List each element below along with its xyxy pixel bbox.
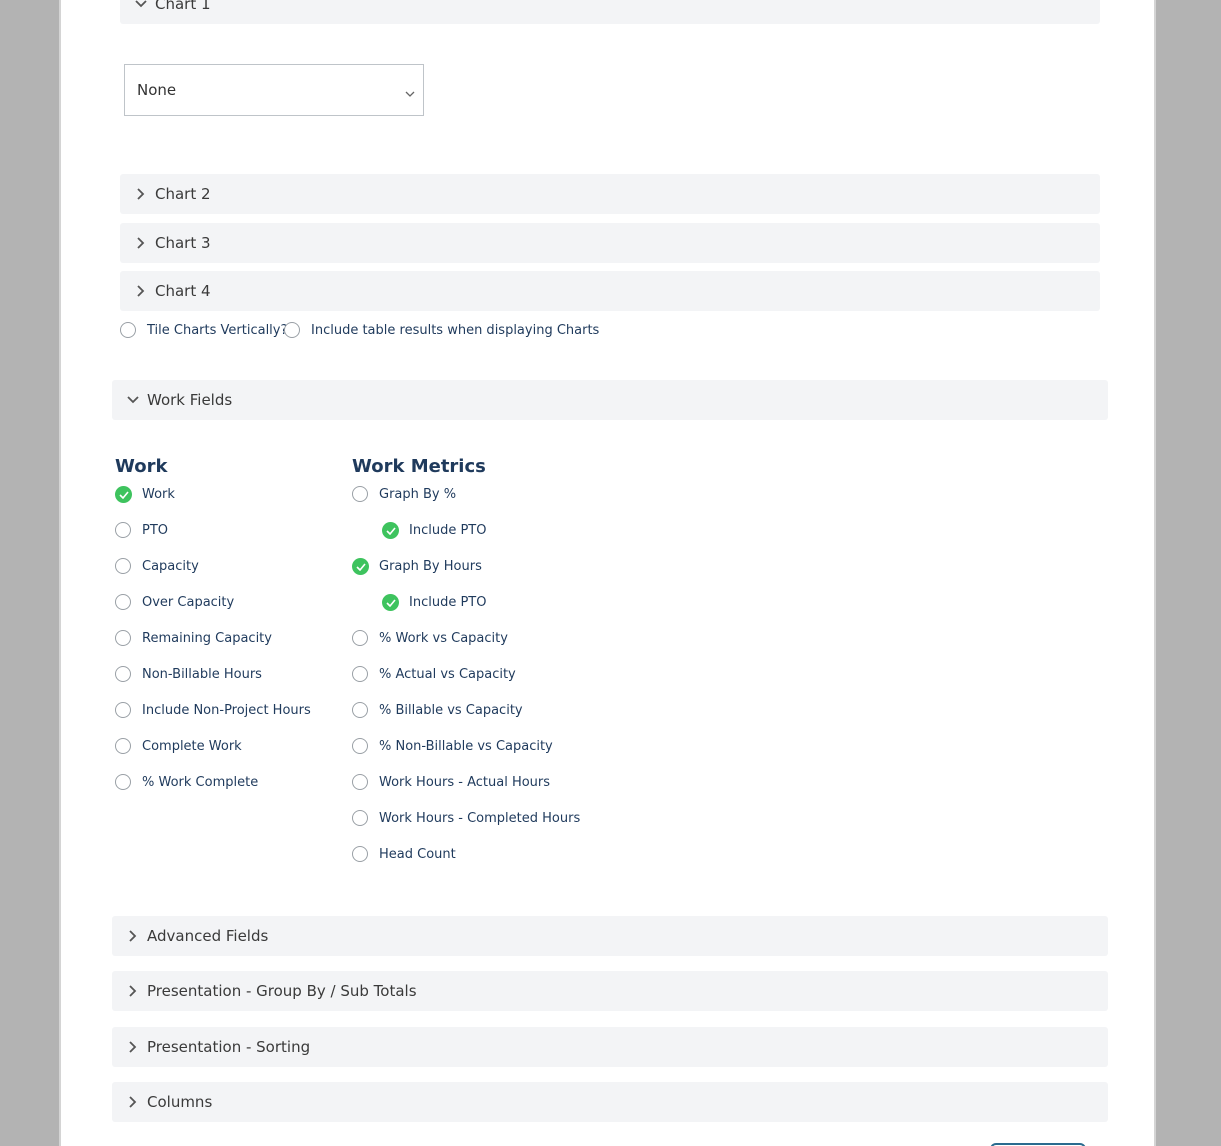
include-table-results-label: Include table results when displaying Ch… [311, 322, 600, 338]
option-label: Work [142, 487, 175, 502]
option-label: Head Count [379, 846, 456, 862]
chart-2-header[interactable]: Chart 2 [120, 174, 1100, 214]
radio-unchecked[interactable] [115, 630, 131, 646]
option-item[interactable]: Include Non-Project Hours [115, 702, 311, 718]
option-item[interactable]: Work [115, 486, 175, 503]
option-label: Graph By Hours [379, 559, 482, 574]
option-label: Capacity [142, 558, 199, 574]
tile-charts-vertically-option[interactable]: Tile Charts Vertically? [120, 322, 287, 338]
radio-unchecked[interactable] [115, 666, 131, 682]
option-label: Include PTO [409, 523, 487, 538]
chevron-right-icon [126, 984, 140, 998]
work-fields-label: Work Fields [147, 391, 233, 409]
chart-1-type-select[interactable]: None [124, 64, 424, 116]
advanced-fields-label: Advanced Fields [147, 927, 269, 945]
chevron-right-icon [134, 236, 148, 250]
option-item[interactable]: % Billable vs Capacity [352, 702, 523, 718]
option-item[interactable]: PTO [115, 522, 168, 538]
option-item[interactable]: Capacity [115, 558, 199, 574]
option-label: Non-Billable Hours [142, 666, 262, 682]
report-settings-panel: Chart 1 None Chart 2 Chart 3 Chart 4 Til… [59, 0, 1156, 1146]
option-item[interactable]: Complete Work [115, 738, 242, 754]
radio-unchecked[interactable] [284, 322, 300, 338]
chevron-right-icon [134, 284, 148, 298]
option-label: Graph By % [379, 486, 457, 502]
option-item[interactable]: % Work vs Capacity [352, 630, 508, 646]
tile-charts-vertically-label: Tile Charts Vertically? [147, 322, 288, 338]
option-label: Remaining Capacity [142, 630, 272, 646]
option-label: PTO [142, 522, 169, 538]
group-by-header[interactable]: Presentation - Group By / Sub Totals [112, 971, 1108, 1011]
option-item[interactable]: Over Capacity [115, 594, 234, 610]
option-label: % Work vs Capacity [379, 630, 508, 646]
option-label: Complete Work [142, 738, 242, 754]
option-item[interactable]: Head Count [352, 846, 456, 862]
checkmark-icon[interactable] [382, 522, 399, 539]
option-item[interactable]: % Non-Billable vs Capacity [352, 738, 553, 754]
radio-unchecked[interactable] [352, 702, 368, 718]
option-label: Work Hours - Actual Hours [379, 774, 551, 790]
work-fields-header[interactable]: Work Fields [112, 380, 1108, 420]
chevron-right-icon [134, 187, 148, 201]
group-by-label: Presentation - Group By / Sub Totals [147, 982, 417, 1000]
checkmark-icon[interactable] [382, 594, 399, 611]
option-item[interactable]: Work Hours - Completed Hours [352, 810, 580, 826]
chevron-right-icon [126, 929, 140, 943]
option-label: Include PTO [409, 595, 487, 610]
option-item[interactable]: Include PTO [382, 522, 486, 539]
option-item[interactable]: % Work Complete [115, 774, 258, 790]
columns-label: Columns [147, 1093, 213, 1111]
option-item[interactable]: Remaining Capacity [115, 630, 272, 646]
chart-3-header[interactable]: Chart 3 [120, 223, 1100, 263]
option-label: % Billable vs Capacity [379, 702, 523, 718]
radio-unchecked[interactable] [115, 774, 131, 790]
radio-unchecked[interactable] [352, 810, 368, 826]
radio-unchecked[interactable] [115, 738, 131, 754]
chevron-right-icon [126, 1095, 140, 1109]
radio-unchecked[interactable] [352, 846, 368, 862]
option-label: Include Non-Project Hours [142, 702, 311, 718]
option-label: Work Hours - Completed Hours [379, 810, 581, 826]
option-item[interactable]: Graph By Hours [352, 558, 482, 575]
radio-unchecked[interactable] [352, 738, 368, 754]
chevron-down-icon [405, 84, 415, 102]
columns-header[interactable]: Columns [112, 1082, 1108, 1122]
chart-1-header[interactable]: Chart 1 [120, 0, 1100, 24]
radio-unchecked[interactable] [352, 774, 368, 790]
option-item[interactable]: Work Hours - Actual Hours [352, 774, 550, 790]
radio-unchecked[interactable] [352, 486, 368, 502]
chart-4-label: Chart 4 [155, 282, 211, 300]
chart-2-label: Chart 2 [155, 185, 211, 203]
sorting-header[interactable]: Presentation - Sorting [112, 1027, 1108, 1067]
option-item[interactable]: Non-Billable Hours [115, 666, 262, 682]
chevron-down-icon [126, 393, 140, 407]
option-item[interactable]: % Actual vs Capacity [352, 666, 516, 682]
chevron-down-icon [134, 0, 148, 11]
option-label: % Actual vs Capacity [379, 666, 516, 682]
option-label: Over Capacity [142, 594, 235, 610]
advanced-fields-header[interactable]: Advanced Fields [112, 916, 1108, 956]
option-label: % Work Complete [142, 774, 259, 790]
chevron-right-icon [126, 1040, 140, 1054]
option-item[interactable]: Include PTO [382, 594, 486, 611]
radio-unchecked[interactable] [115, 522, 131, 538]
radio-unchecked[interactable] [115, 558, 131, 574]
checkmark-icon[interactable] [115, 486, 132, 503]
option-label: % Non-Billable vs Capacity [379, 738, 553, 754]
checkmark-icon[interactable] [352, 558, 369, 575]
work-column-heading: Work [115, 456, 168, 477]
radio-unchecked[interactable] [120, 322, 136, 338]
radio-unchecked[interactable] [115, 702, 131, 718]
chart-3-label: Chart 3 [155, 234, 211, 252]
radio-unchecked[interactable] [352, 630, 368, 646]
chart-1-select-value: None [137, 81, 177, 99]
chart-1-label: Chart 1 [155, 0, 211, 13]
radio-unchecked[interactable] [115, 594, 131, 610]
option-item[interactable]: Graph By % [352, 486, 456, 502]
chart-4-header[interactable]: Chart 4 [120, 271, 1100, 311]
sorting-label: Presentation - Sorting [147, 1038, 311, 1056]
include-table-results-option[interactable]: Include table results when displaying Ch… [284, 322, 599, 338]
radio-unchecked[interactable] [352, 666, 368, 682]
work-metrics-column-heading: Work Metrics [352, 456, 486, 477]
